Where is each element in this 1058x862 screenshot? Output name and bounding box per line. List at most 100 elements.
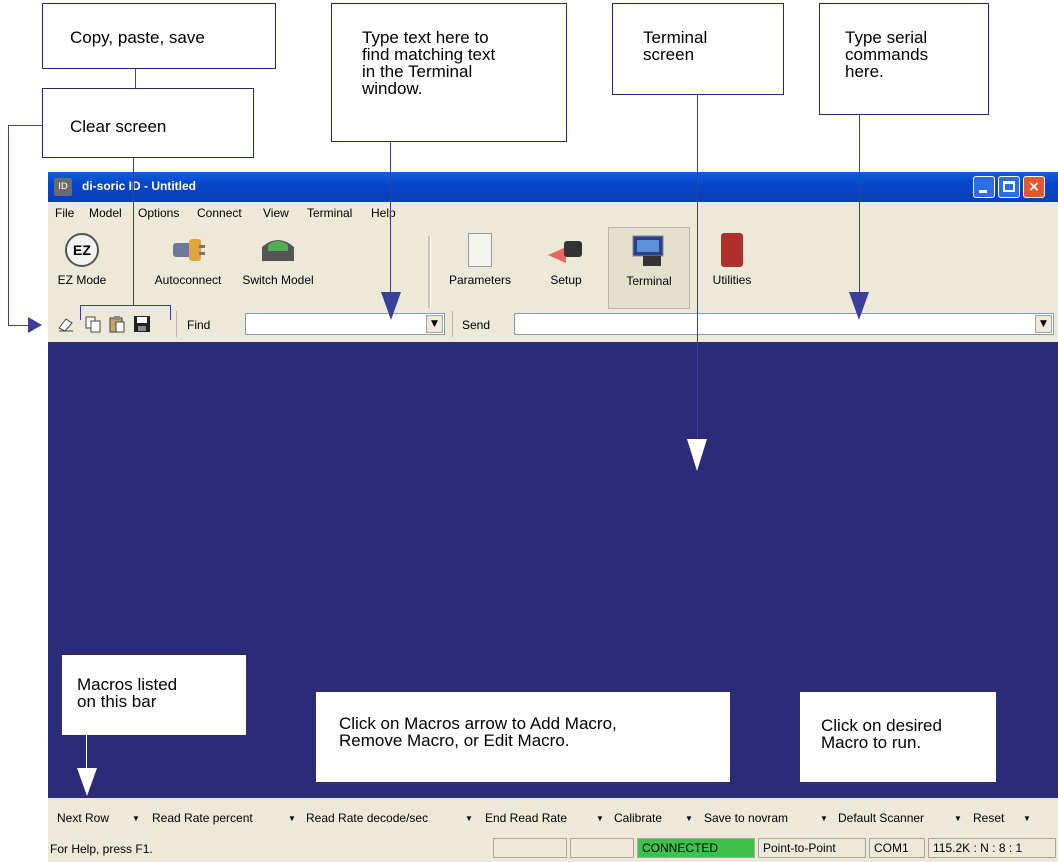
clear-screen-icon[interactable]	[57, 315, 75, 333]
status-mode: Point-to-Point	[758, 838, 866, 858]
minimize-button[interactable]	[973, 176, 995, 198]
callout-macros-arrow: Click on Macros arrow to Add Macro, Remo…	[316, 692, 730, 782]
leader-line	[80, 305, 81, 320]
leader-line	[86, 735, 87, 769]
macro-reset[interactable]: Reset	[973, 811, 1004, 825]
macro-default-scanner[interactable]: Default Scanner	[838, 811, 924, 825]
parameters-icon	[468, 233, 492, 267]
send-label: Send	[462, 318, 491, 332]
callout-line: here.	[845, 62, 884, 81]
callout-macros-listed: Macros listed on this bar	[62, 655, 246, 735]
leader-line	[133, 158, 134, 306]
macro-arrow[interactable]: ▼	[465, 814, 473, 823]
find-input[interactable]: ▼	[245, 313, 445, 335]
maximize-button[interactable]	[998, 176, 1020, 198]
scanner-device-icon	[258, 233, 298, 267]
find-divider	[176, 311, 177, 337]
macro-arrow[interactable]: ▼	[685, 814, 693, 823]
send-dropdown-arrow[interactable]: ▼	[1035, 315, 1052, 333]
utilities-button[interactable]: Utilities	[704, 227, 760, 287]
setup-scanner-icon	[546, 233, 586, 267]
parameters-label: Parameters	[448, 273, 512, 287]
status-settings: 115.2K : N : 8 : 1	[928, 838, 1056, 858]
arrowhead-macro-bar	[77, 768, 97, 796]
callout-text: Copy, paste, save	[70, 28, 205, 47]
callout-copy-paste-save: Copy, paste, save	[42, 3, 276, 69]
callout-line: commands	[845, 45, 929, 64]
find-send-toolbar: Find ▼ Send ▼	[48, 309, 1058, 341]
status-connected: CONNECTED	[637, 838, 755, 858]
close-button[interactable]: ×	[1023, 176, 1045, 198]
switch-model-button[interactable]: Switch Model	[234, 227, 322, 287]
send-divider	[452, 311, 453, 337]
paste-icon[interactable]	[108, 315, 126, 333]
toolbar-divider	[428, 236, 431, 308]
ez-mode-label: EZ Mode	[57, 273, 107, 287]
callout-line: Terminal	[643, 28, 708, 47]
switch-model-label: Switch Model	[242, 273, 314, 287]
find-dropdown-arrow[interactable]: ▼	[426, 315, 443, 333]
arrowhead-find	[381, 292, 401, 320]
macro-end-read-rate[interactable]: End Read Rate	[485, 811, 567, 825]
macros-menu-arrow[interactable]: ▼	[1023, 814, 1031, 823]
autoconnect-button[interactable]: Autoconnect	[146, 227, 230, 287]
macro-arrow[interactable]: ▼	[954, 814, 962, 823]
macro-read-rate-percent[interactable]: Read Rate percent	[152, 811, 253, 825]
utilities-label: Utilities	[712, 273, 752, 287]
ez-mode-button[interactable]: EZ EZ Mode	[54, 227, 110, 287]
callout-line: Type serial	[845, 28, 928, 47]
macro-next-row[interactable]: Next Row	[57, 811, 109, 825]
macro-arrow[interactable]: ▼	[132, 814, 140, 823]
setup-button[interactable]: Setup	[536, 227, 596, 287]
find-label: Find	[187, 318, 211, 332]
status-panel-empty	[570, 838, 634, 858]
callout-desired-macro: Click on desired Macro to run.	[800, 692, 996, 782]
callout-line: on this bar	[77, 692, 157, 711]
macro-calibrate[interactable]: Calibrate	[614, 811, 662, 825]
menu-terminal[interactable]: Terminal	[307, 206, 352, 220]
menu-model[interactable]: Model	[89, 206, 122, 220]
status-port: COM1	[869, 838, 925, 858]
status-bar: For Help, press F1. CONNECTED Point-to-P…	[48, 836, 1058, 862]
macro-arrow[interactable]: ▼	[820, 814, 828, 823]
callout-line: Remove Macro, or Edit Macro.	[339, 731, 570, 750]
menu-view[interactable]: View	[263, 206, 289, 220]
menu-help[interactable]: Help	[371, 206, 396, 220]
terminal-button[interactable]: Terminal	[608, 227, 690, 309]
ez-mode-icon: EZ	[65, 233, 99, 267]
callout-line: Macros listed	[77, 675, 178, 694]
utilities-icon	[721, 233, 743, 267]
menu-bar: File Model Options Connect View Terminal…	[48, 202, 1058, 224]
macro-save-to-novram[interactable]: Save to novram	[704, 811, 788, 825]
copy-icon[interactable]	[84, 315, 102, 333]
leader-line	[80, 305, 170, 306]
callout-line: Type text here to	[362, 28, 489, 47]
save-icon[interactable]	[133, 315, 151, 333]
callout-clear-screen: Clear screen	[42, 88, 254, 158]
menu-connect[interactable]: Connect	[197, 206, 242, 220]
callout-line: window.	[362, 79, 423, 98]
macro-read-rate-decode[interactable]: Read Rate decode/sec	[306, 811, 428, 825]
leader-line	[390, 142, 391, 297]
status-help-text: For Help, press F1.	[50, 842, 153, 856]
title-bar: ID di-soric ID - Untitled ×	[48, 172, 1058, 202]
callout-line: screen	[643, 45, 695, 64]
macro-arrow[interactable]: ▼	[596, 814, 604, 823]
menu-options[interactable]: Options	[138, 206, 179, 220]
parameters-button[interactable]: Parameters	[442, 227, 518, 287]
send-input[interactable]: ▼	[514, 313, 1054, 335]
callout-line: Macro to run.	[821, 733, 922, 752]
menu-file[interactable]: File	[55, 206, 74, 220]
leader-line	[859, 115, 860, 297]
window-title: di-soric ID - Untitled	[82, 179, 196, 193]
callout-line: Click on desired	[821, 716, 942, 735]
status-panel-empty	[493, 838, 567, 858]
leader-line	[697, 95, 698, 440]
plug-icon	[169, 233, 207, 267]
callout-line: find matching text	[362, 45, 496, 64]
autoconnect-label: Autoconnect	[154, 273, 222, 287]
arrowhead-terminal-screen	[687, 439, 707, 471]
setup-label: Setup	[550, 273, 582, 287]
macro-arrow[interactable]: ▼	[288, 814, 296, 823]
callout-serial-commands: Type serial commands here.	[819, 3, 989, 115]
